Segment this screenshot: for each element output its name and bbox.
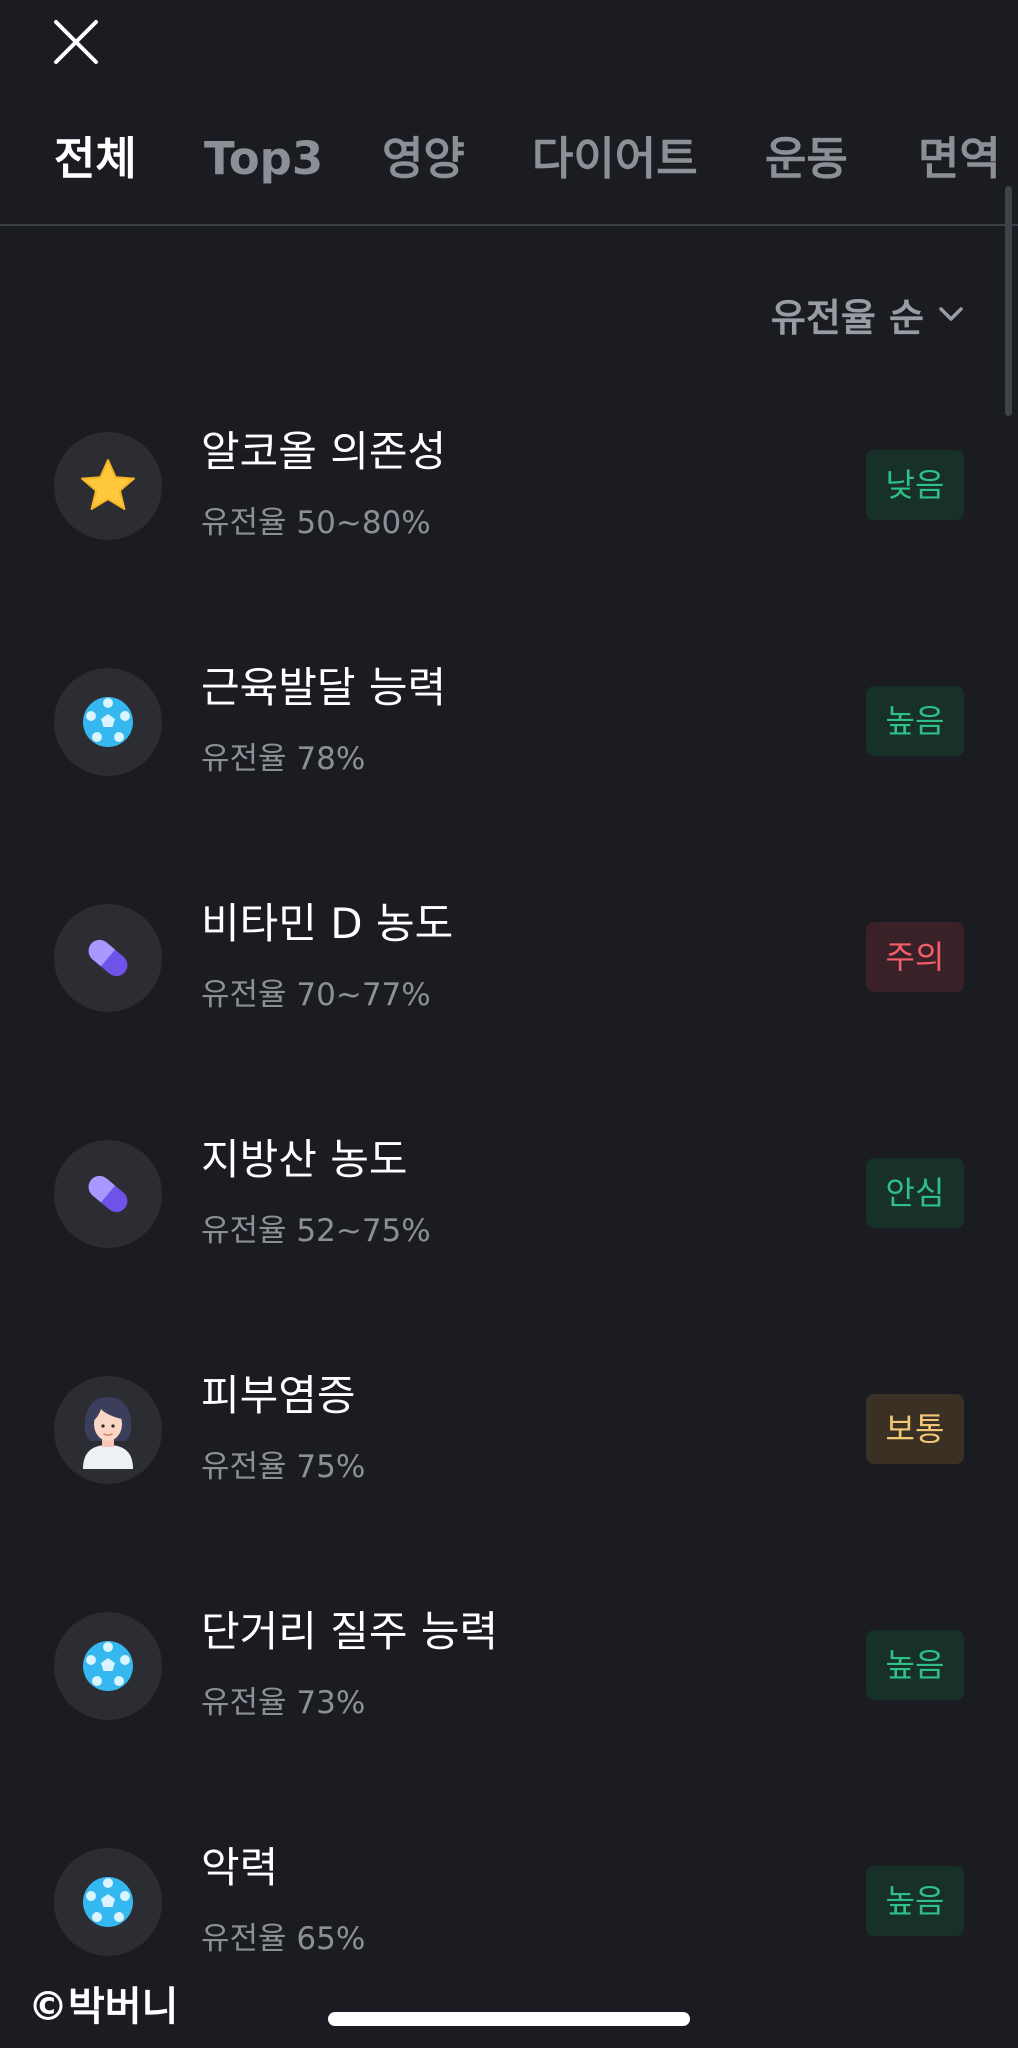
tab-exercise[interactable]: 운동 xyxy=(765,128,848,190)
status-badge: 주의 xyxy=(866,922,964,992)
item-title: 악력 xyxy=(201,1843,279,1892)
sort-dropdown[interactable]: 유전율 순 xyxy=(771,286,964,342)
item-title: 지방산 농도 xyxy=(201,1135,408,1184)
item-title: 알코올 의존성 xyxy=(201,427,447,476)
home-indicator[interactable] xyxy=(328,2012,690,2026)
status-badge: 안심 xyxy=(866,1158,964,1228)
scrollbar[interactable] xyxy=(1005,186,1012,416)
pill-icon xyxy=(54,904,162,1012)
category-tabs: 전체 Top3 영양 다이어트 운동 면역 xyxy=(0,118,1018,226)
item-heritability: 유전율 70~77% xyxy=(201,977,431,1013)
status-badge: 높음 xyxy=(866,686,964,756)
pill-icon xyxy=(54,1140,162,1248)
item-heritability: 유전율 75% xyxy=(201,1449,366,1485)
star-icon xyxy=(54,432,162,540)
item-title: 단거리 질주 능력 xyxy=(201,1607,499,1656)
item-heritability: 유전율 50~80% xyxy=(201,505,431,541)
woman-face-icon xyxy=(54,1376,162,1484)
list-item[interactable]: 비타민 D 농도 유전율 70~77% 주의 xyxy=(0,856,1018,1092)
item-title: 근육발달 능력 xyxy=(201,663,447,712)
list-item[interactable]: 근육발달 능력 유전율 78% 높음 xyxy=(0,620,1018,856)
chevron-down-icon xyxy=(939,307,963,321)
status-badge: 낮음 xyxy=(866,450,964,520)
status-badge: 높음 xyxy=(866,1866,964,1936)
item-heritability: 유전율 65% xyxy=(201,1921,366,1957)
tab-all[interactable]: 전체 xyxy=(54,128,137,190)
tab-top3[interactable]: Top3 xyxy=(204,128,323,190)
item-heritability: 유전율 52~75% xyxy=(201,1213,431,1249)
sort-label: 유전율 순 xyxy=(770,295,924,340)
list-item[interactable]: 지방산 농도 유전율 52~75% 안심 xyxy=(0,1092,1018,1328)
soccer-ball-icon xyxy=(54,1848,162,1956)
list-item[interactable]: 피부염증 유전율 75% 보통 xyxy=(0,1328,1018,1564)
close-button[interactable] xyxy=(50,16,102,68)
list-item[interactable]: 알코올 의존성 유전율 50~80% 낮음 xyxy=(0,384,1018,620)
list-item[interactable]: 단거리 질주 능력 유전율 73% 높음 xyxy=(0,1564,1018,1800)
soccer-ball-icon xyxy=(54,1612,162,1720)
trait-list: 알코올 의존성 유전율 50~80% 낮음 근육발달 능력 유전율 78% 높음 xyxy=(0,384,1018,2036)
item-heritability: 유전율 78% xyxy=(201,741,366,777)
soccer-ball-icon xyxy=(54,668,162,776)
item-title: 피부염증 xyxy=(201,1371,356,1420)
status-badge: 보통 xyxy=(866,1394,964,1464)
item-heritability: 유전율 73% xyxy=(201,1685,366,1721)
item-title: 비타민 D 농도 xyxy=(201,899,454,948)
tab-immunity[interactable]: 면역 xyxy=(918,128,1001,190)
tab-diet[interactable]: 다이어트 xyxy=(532,128,698,190)
tab-nutrition[interactable]: 영양 xyxy=(382,128,465,190)
watermark: ©박버니 xyxy=(28,1984,179,2030)
close-icon xyxy=(54,20,98,64)
status-badge: 높음 xyxy=(866,1630,964,1700)
